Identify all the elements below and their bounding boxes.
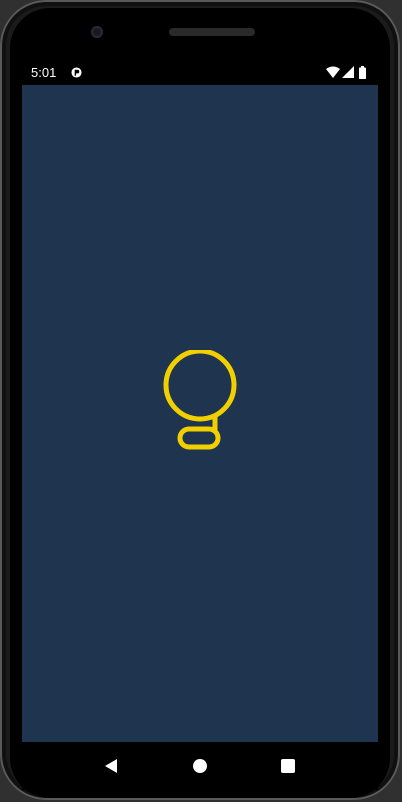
recents-icon[interactable] — [278, 756, 298, 776]
status-bar: 5:01 — [22, 61, 378, 85]
navigation-bar — [22, 742, 378, 790]
app-notification-icon — [71, 67, 82, 78]
status-icons — [326, 66, 370, 80]
cellular-signal-icon — [342, 66, 354, 78]
status-time: 5:01 — [31, 65, 57, 80]
front-camera — [91, 26, 103, 38]
lightbulb-icon[interactable] — [163, 350, 239, 454]
app-screen — [22, 85, 378, 742]
wifi-icon — [326, 66, 340, 78]
earpiece-speaker — [169, 28, 255, 36]
home-icon[interactable] — [190, 756, 210, 776]
emulator-stage: 5:01 — [0, 0, 402, 802]
back-icon[interactable] — [102, 756, 122, 776]
battery-icon — [359, 66, 366, 79]
